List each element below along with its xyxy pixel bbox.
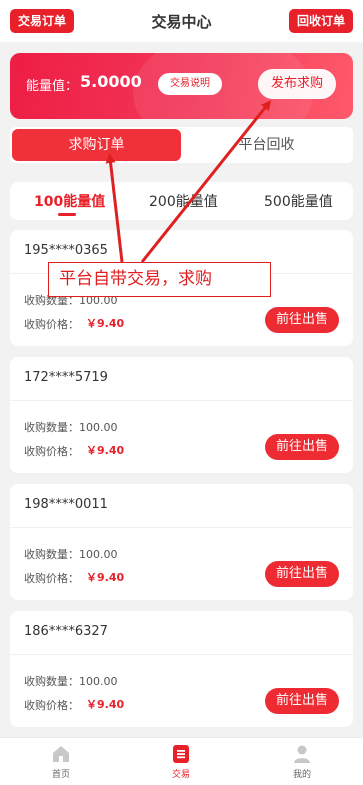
order-phone: 186****6327 xyxy=(24,624,108,639)
home-icon xyxy=(53,746,69,762)
nav-mine[interactable]: 我的 xyxy=(272,744,332,780)
card-divider xyxy=(10,654,353,655)
bottom-nav: 首页 交易 我的 xyxy=(0,737,363,785)
order-type-tabs: 求购订单 平台回收 xyxy=(10,127,353,163)
nav-mine-label: 我的 xyxy=(292,770,311,780)
quantity-label: 收购数量： xyxy=(24,675,79,688)
card-divider xyxy=(10,400,353,401)
order-card: 198****0011 收购数量：100.00 收购价格： ￥9.40 前往出售 xyxy=(10,484,353,600)
go-sell-button[interactable]: 前往出售 xyxy=(264,434,339,460)
tab-buy-orders[interactable]: 求购订单 xyxy=(12,129,181,161)
order-card: 186****6327 收购数量：100.00 收购价格： ￥9.40 前往出售 xyxy=(10,611,353,727)
order-price: ￥9.40 xyxy=(86,444,125,457)
tab-500-energy[interactable]: 500能量值 xyxy=(264,191,333,211)
order-quantity: 收购数量：100.00 xyxy=(24,546,118,562)
nav-trade-label: 交易 xyxy=(171,770,190,780)
order-phone: 172****5719 xyxy=(24,370,108,385)
price-label: 收购价格： xyxy=(24,445,79,458)
trade-explain-button[interactable]: 交易说明 xyxy=(158,73,222,95)
energy-label: 能量值： xyxy=(26,79,79,94)
price-label: 收购价格： xyxy=(24,699,79,712)
order-quantity: 收购数量：100.00 xyxy=(24,419,118,435)
tab-200-energy[interactable]: 200能量值 xyxy=(149,191,218,211)
go-sell-button[interactable]: 前往出售 xyxy=(264,688,339,714)
price-label: 收购价格： xyxy=(24,572,79,585)
order-phone: 198****0011 xyxy=(24,497,108,512)
tab-platform-recycle[interactable]: 平台回收 xyxy=(182,129,351,161)
quantity-value: 100.00 xyxy=(79,548,118,561)
go-sell-button[interactable]: 前往出售 xyxy=(264,307,339,333)
price-label: 收购价格： xyxy=(24,318,79,331)
nav-home[interactable]: 首页 xyxy=(31,744,91,780)
user-icon xyxy=(294,745,310,763)
order-price: ￥9.40 xyxy=(86,698,125,711)
nav-trade[interactable]: 交易 xyxy=(151,744,211,780)
active-tab-indicator xyxy=(58,213,76,216)
order-card: 172****5719 收购数量：100.00 收购价格： ￥9.40 前往出售 xyxy=(10,357,353,473)
nav-home-label: 首页 xyxy=(51,770,70,780)
go-sell-button[interactable]: 前往出售 xyxy=(264,561,339,587)
energy-banner: 能量值： 5.0000 交易说明 发布求购 xyxy=(10,53,353,119)
order-price: ￥9.40 xyxy=(86,317,125,330)
energy-value-tabs: 100能量值 200能量值 500能量值 xyxy=(10,182,353,220)
trade-icon xyxy=(173,745,189,763)
energy-value: 5.0000 xyxy=(80,72,142,91)
quantity-value: 100.00 xyxy=(79,675,118,688)
publish-buy-button[interactable]: 发布求购 xyxy=(258,69,337,99)
order-phone: 195****0365 xyxy=(24,243,108,258)
order-quantity: 收购数量：100.00 xyxy=(24,673,118,689)
quantity-label: 收购数量： xyxy=(24,548,79,561)
top-header: 交易订单 交易中心 回收订单 xyxy=(0,0,363,42)
order-price: ￥9.40 xyxy=(86,571,125,584)
quantity-value: 100.00 xyxy=(79,421,118,434)
card-divider xyxy=(10,527,353,528)
recycle-orders-button[interactable]: 回收订单 xyxy=(288,9,353,33)
annotation-callout: 平台自带交易，求购 xyxy=(48,262,271,297)
quantity-label: 收购数量： xyxy=(24,421,79,434)
tab-100-energy[interactable]: 100能量值 xyxy=(34,191,105,211)
